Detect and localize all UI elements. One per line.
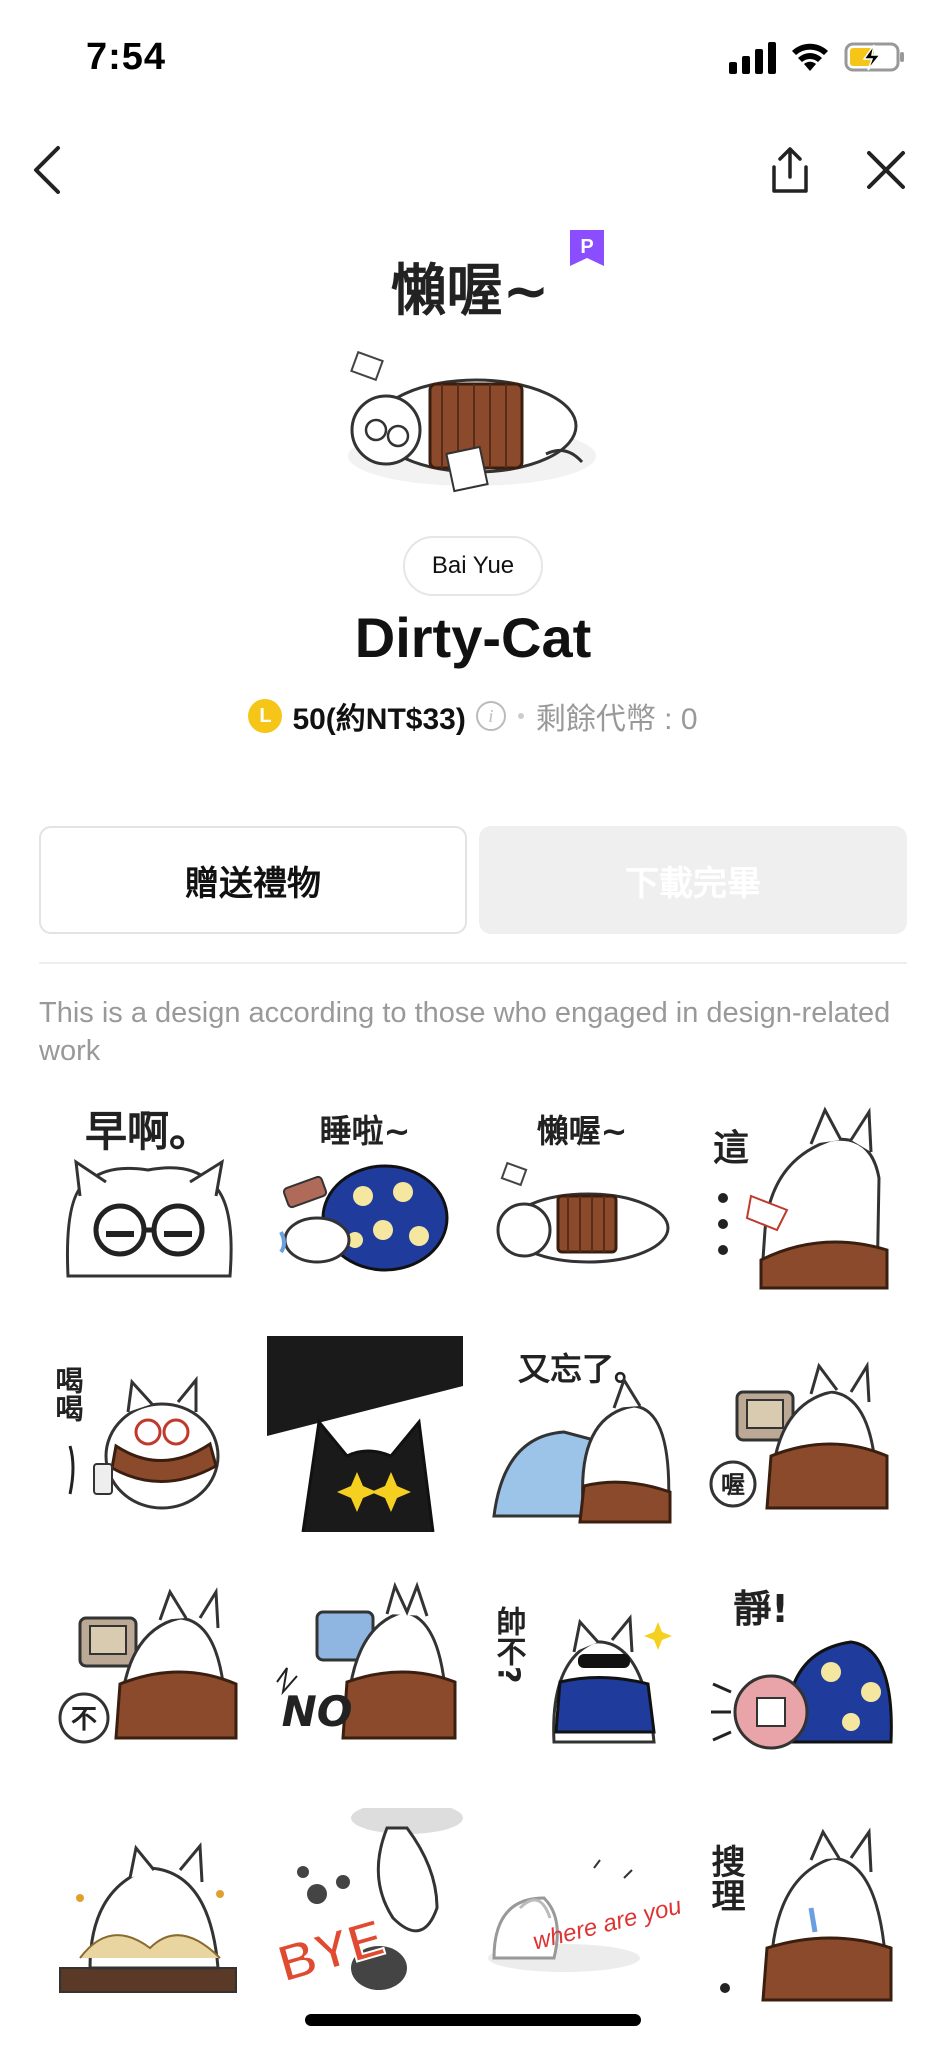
sticker-item[interactable]: 早啊。 [50, 1100, 246, 1296]
sticker-caption: NO [282, 1687, 353, 1736]
hero-sticker: 懶喔~ [0, 224, 946, 514]
sticker-item[interactable]: 這 [701, 1100, 897, 1296]
back-button[interactable] [8, 130, 88, 210]
price-label: 50(約NT$33) [292, 703, 466, 736]
sticker-caption: 喝喝 [52, 1366, 85, 1422]
sticker-item[interactable]: 靜! [701, 1572, 897, 1768]
sticker-caption: 搜理 [705, 1844, 745, 1912]
sticker-item[interactable]: 搜理 [701, 1808, 897, 2004]
sticker-item[interactable]: 帥不? [484, 1572, 680, 1768]
sticker-caption: 懶喔~ [537, 1112, 628, 1150]
sticker-grid: 早啊。 睡啦~ 懶喔~ 這 喝喝 又忘了。 喔 不 NO 帥不? 靜! BYE … [50, 1100, 896, 2004]
sticker-caption: 靜! [733, 1587, 788, 1631]
sticker-item[interactable]: BYE [267, 1808, 463, 2004]
sticker-caption: 帥不? [491, 1606, 527, 1683]
author-chip[interactable]: Bai Yue [403, 536, 543, 596]
gift-button[interactable]: 贈送禮物 [39, 826, 467, 934]
product-description: This is a design according to those who … [39, 997, 891, 1067]
sticker-caption: 早啊。 [85, 1107, 211, 1156]
share-button[interactable] [750, 130, 830, 210]
sticker-caption: 睡啦~ [320, 1112, 411, 1150]
sticker-item[interactable] [267, 1336, 463, 1532]
sticker-item[interactable]: 睡啦~ [267, 1100, 463, 1296]
back-icon [34, 146, 60, 194]
share-icon [772, 147, 808, 193]
sticker-caption: 喔 [721, 1471, 745, 1499]
svg-text:P: P [580, 236, 593, 258]
separator-dot [517, 713, 524, 719]
status-time: 7:54 [86, 36, 167, 78]
product-title: Dirty-Cat [354, 606, 592, 669]
sticker-item[interactable]: NO [267, 1572, 463, 1768]
wifi-icon [792, 43, 828, 71]
close-button[interactable] [846, 130, 926, 210]
signal-icon [729, 40, 776, 74]
sticker-item[interactable]: 喝喝 [50, 1336, 246, 1532]
sticker-item[interactable]: 又忘了。 [484, 1336, 680, 1532]
status-icons [729, 40, 906, 74]
sticker-item[interactable] [50, 1808, 246, 2004]
sticker-caption: 不 [71, 1705, 97, 1735]
sticker-item[interactable]: 喔 [701, 1336, 897, 1532]
battery-icon [844, 42, 904, 72]
top-nav [0, 130, 946, 210]
sticker-item[interactable]: where are you?? [484, 1808, 680, 2004]
info-icon[interactable]: i [475, 701, 506, 731]
price-row: L 50(約NT$33) i 剩餘代幣 : 0 [0, 694, 946, 738]
balance-label: 剩餘代幣 : 0 [535, 703, 698, 736]
sticker-item[interactable]: 不 [50, 1572, 246, 1768]
download-complete-button[interactable]: 下載完畢 [479, 826, 907, 934]
close-icon [867, 151, 905, 189]
sticker-caption: 這 [713, 1127, 749, 1169]
status-bar: 7:54 [0, 0, 946, 120]
hero-caption: 懶喔~ [391, 259, 550, 324]
sticker-item[interactable]: 懶喔~ [484, 1100, 680, 1296]
premium-badge: P [570, 230, 604, 266]
coin-icon: L [248, 699, 283, 733]
divider [39, 962, 907, 964]
home-indicator [305, 2014, 641, 2026]
